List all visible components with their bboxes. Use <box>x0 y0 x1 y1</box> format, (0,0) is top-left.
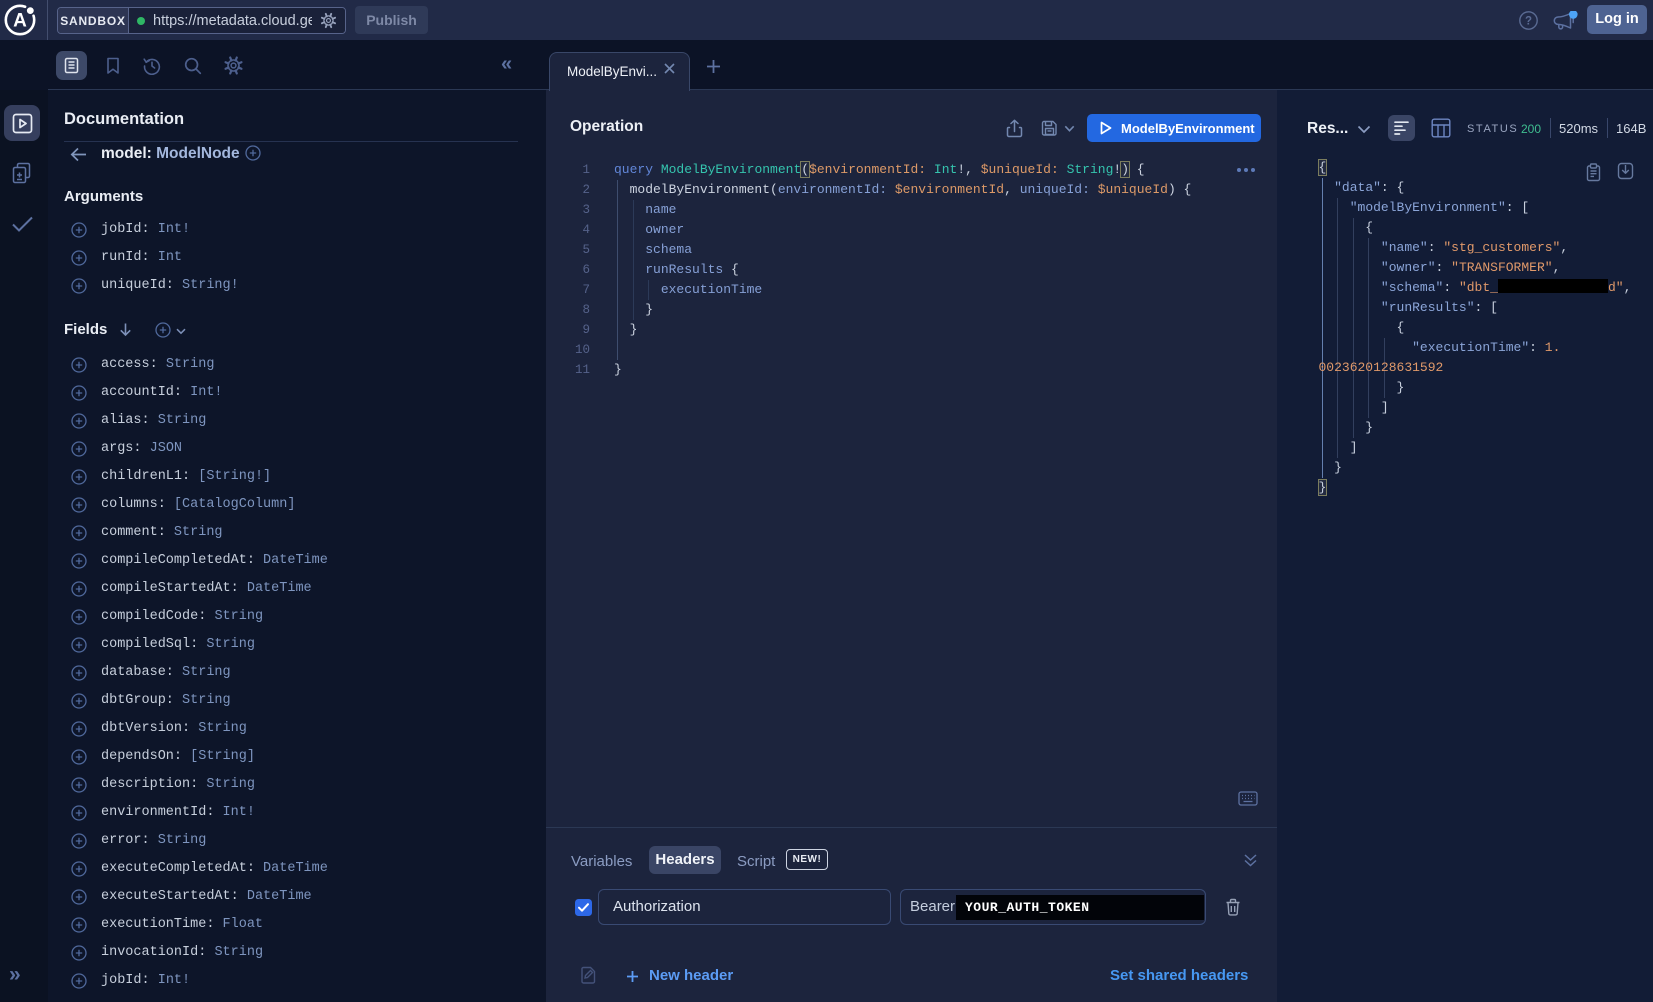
svg-text:?: ? <box>1525 16 1532 28</box>
svg-text:A: A <box>13 11 27 32</box>
